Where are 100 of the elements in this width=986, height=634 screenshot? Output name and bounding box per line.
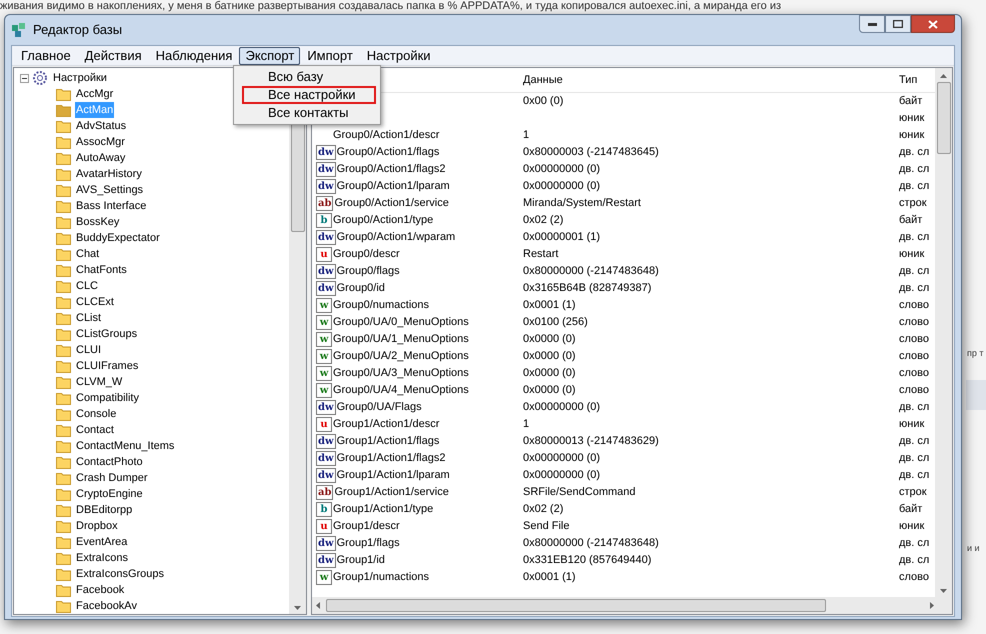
- table-cell-text: Group0/Action1/flags2: [336, 162, 446, 178]
- tree-item[interactable]: CLVM_W: [75, 374, 124, 390]
- folder-icon: [56, 376, 71, 388]
- menu-option[interactable]: Все настройки: [242, 86, 376, 104]
- tree-item[interactable]: ContactPhoto: [75, 454, 144, 470]
- table-cell: Miranda/System/Restart: [523, 197, 641, 210]
- folder-icon: [56, 168, 71, 180]
- menu-item[interactable]: Наблюдения: [148, 46, 240, 64]
- menu-item[interactable]: Импорт: [300, 46, 360, 64]
- table-cell-text: Group1/Action1/service: [334, 485, 449, 500]
- table-cell: 0x00000001 (1): [523, 231, 600, 244]
- table-cell: 0x00000000 (0): [523, 452, 600, 464]
- menu-item[interactable]: Действия: [78, 46, 149, 64]
- column-header-label[interactable]: Тип: [894, 72, 918, 88]
- table-cell-text: Group1/Action1/flags: [336, 434, 440, 450]
- table-cell-text: Group1/descr: [333, 519, 400, 534]
- tree-item[interactable]: Contact: [75, 422, 115, 438]
- table-cell: 0x02 (2): [523, 214, 564, 226]
- folder-icon: [56, 584, 71, 596]
- table-cell-text: байт: [898, 213, 922, 228]
- table-cell: 0x80000000 (-2147483648): [523, 265, 659, 278]
- table-cell-text: дв. сл: [898, 468, 930, 484]
- table-cell: 0x80000013 (-2147483629): [523, 435, 659, 448]
- table-cell: Send File: [523, 520, 570, 532]
- scroll-up-icon: [940, 74, 947, 78]
- tree-item[interactable]: CListGroups: [75, 326, 138, 342]
- table-cell-text: юник: [898, 417, 924, 432]
- tree-item[interactable]: CLUIFrames: [75, 358, 140, 374]
- tree-item[interactable]: Crash Dumper: [75, 470, 149, 486]
- tree-item[interactable]: ExtraIcons: [75, 550, 129, 566]
- menu-option[interactable]: Все контакты: [242, 104, 376, 122]
- tree-item[interactable]: EventArea: [75, 534, 128, 550]
- tree-item[interactable]: CLC: [75, 278, 100, 294]
- tree-item[interactable]: AutoAway: [75, 150, 126, 166]
- menu-item[interactable]: Настройки: [360, 46, 438, 64]
- tree-item[interactable]: AVS_Settings: [75, 182, 144, 198]
- table-cell-text: Group0/Action1/type: [333, 213, 434, 228]
- table-cell-text: Group1/flags: [336, 536, 400, 552]
- tree-item[interactable]: Настройки: [53, 70, 107, 86]
- table-cell-text: дв. сл: [898, 264, 930, 280]
- menu-option[interactable]: Всю базу: [242, 68, 376, 86]
- tree-item[interactable]: Dropbox: [75, 518, 119, 534]
- tree-item[interactable]: ExtraIconsGroups: [75, 566, 166, 582]
- table-cell: 0x00000000 (0): [523, 469, 600, 482]
- tree-item[interactable]: Compatibility: [75, 390, 140, 406]
- tree-item[interactable]: ChatFonts: [75, 262, 128, 278]
- maximize-icon: [893, 20, 903, 28]
- word-icon: w: [316, 315, 332, 330]
- tree-item[interactable]: ContactMenu_Items: [75, 438, 176, 454]
- maximize-button[interactable]: [885, 15, 911, 33]
- table-cell: 0x00000000 (0): [523, 401, 600, 414]
- tree-item[interactable]: AdvStatus: [75, 118, 128, 134]
- minimize-button[interactable]: [859, 15, 885, 33]
- tree-item[interactable]: Console: [75, 406, 118, 422]
- tree-item[interactable]: CLUI: [75, 342, 102, 358]
- scroll-down-icon: [940, 589, 947, 593]
- tree-item[interactable]: AssocMgr: [75, 134, 126, 150]
- tree-item[interactable]: CList: [75, 310, 102, 326]
- scroll-right-icon: [930, 602, 934, 609]
- collapse-icon[interactable]: [20, 74, 29, 82]
- dword-icon: dw: [316, 179, 336, 194]
- table-cell: 0x00000000 (0): [523, 180, 600, 192]
- table-cell-text: слово: [898, 315, 929, 330]
- folder-icon: [56, 424, 71, 436]
- column-header-label[interactable]: Данные: [518, 72, 894, 88]
- table-cell-text: Group1/Action1/flags2: [336, 451, 446, 466]
- menu-item[interactable]: Экспорт: [239, 46, 300, 64]
- string-icon: ab: [316, 196, 334, 211]
- table-cell-text: Group1/Action1/lparam: [336, 468, 450, 484]
- tree-item[interactable]: BossKey: [75, 214, 120, 230]
- dword-icon: dw: [316, 145, 336, 160]
- table-cell-text: дв. сл: [898, 145, 930, 160]
- folder-icon: [56, 232, 71, 244]
- tree-item[interactable]: BuddyExpectator: [75, 230, 161, 246]
- table-cell-text: Group0/id: [336, 281, 385, 296]
- folder-icon: [56, 552, 71, 564]
- tree-item[interactable]: FacebookAv: [75, 598, 138, 614]
- table-cell-text: дв. сл: [898, 230, 930, 246]
- dword-icon: dw: [316, 553, 336, 568]
- close-button[interactable]: [911, 15, 955, 33]
- table-cell-text: строк: [898, 196, 927, 212]
- tree-item[interactable]: AvatarHistory: [75, 166, 143, 182]
- tree-item[interactable]: Facebook: [75, 582, 126, 598]
- tree-item[interactable]: Bass Interface: [75, 198, 148, 214]
- minimize-icon: [868, 22, 876, 26]
- tree-item[interactable]: DBEditorpp: [75, 502, 134, 518]
- tree-item[interactable]: Chat: [75, 246, 100, 262]
- table-cell-text: Group0/UA/1_MenuOptions: [333, 332, 469, 348]
- tree-item[interactable]: CLCExt: [75, 294, 115, 310]
- tree-item[interactable]: AccMgr: [75, 86, 114, 102]
- folder-icon: [56, 104, 71, 116]
- tree-item[interactable]: CryptoEngine: [75, 486, 144, 502]
- folder-icon: [56, 136, 71, 148]
- menu-item[interactable]: Главное: [14, 46, 78, 64]
- folder-icon: [56, 296, 71, 308]
- dword-icon: dw: [316, 162, 336, 177]
- folder-icon: [56, 568, 71, 580]
- folder-icon: [56, 488, 71, 500]
- table-cell-text: Group0/Action1/service: [334, 196, 449, 212]
- unicode-icon: u: [316, 519, 332, 534]
